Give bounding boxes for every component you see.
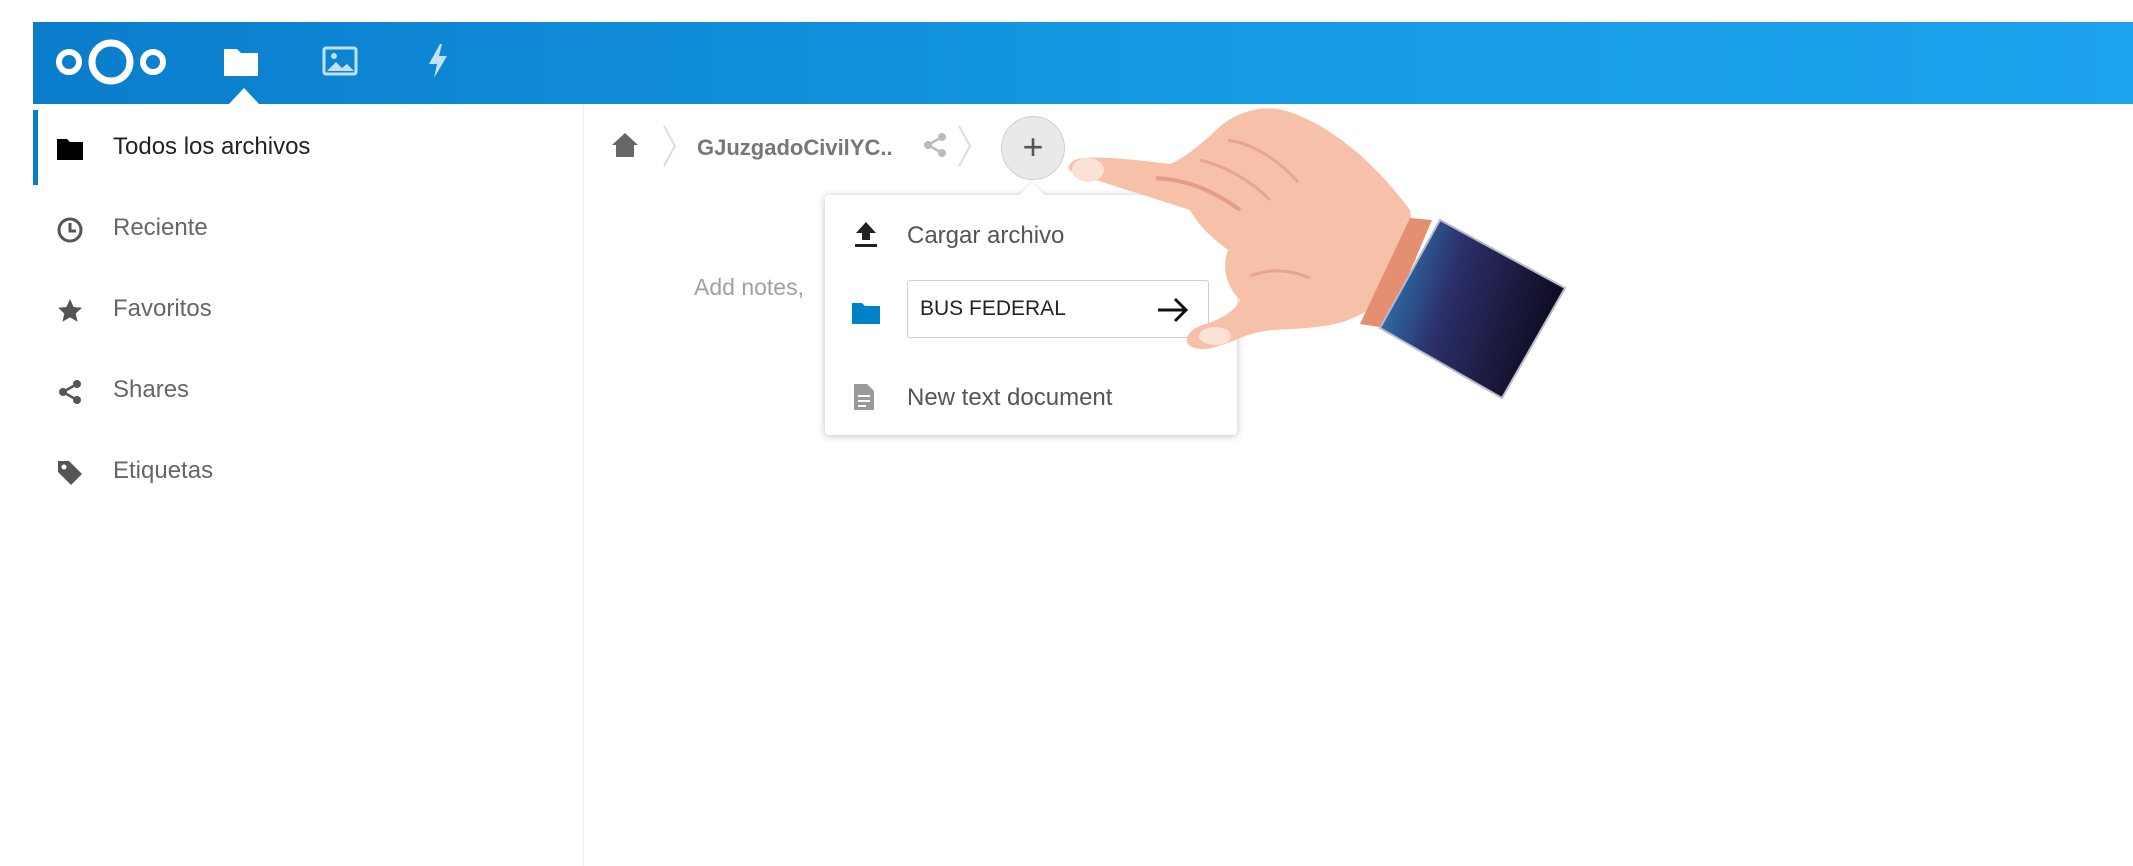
sidebar-item-all-files[interactable]: Todos los archivos (33, 112, 583, 182)
folder-icon (55, 134, 85, 164)
new-button[interactable]: + (1001, 116, 1065, 180)
sidebar-item-label: Todos los archivos (113, 133, 311, 160)
activity-app-icon[interactable] (425, 42, 451, 80)
home-icon[interactable] (610, 131, 640, 159)
files-app-icon[interactable] (223, 45, 259, 77)
share-icon[interactable] (921, 131, 949, 159)
plus-icon: + (1022, 126, 1044, 167)
notes-placeholder[interactable]: Add notes, (694, 274, 804, 301)
folder-icon (852, 303, 880, 324)
star-icon (55, 296, 85, 326)
sidebar-item-recent[interactable]: Reciente (33, 193, 583, 263)
text-document-icon (854, 384, 874, 410)
sidebar-item-label: Favoritos (113, 295, 212, 322)
breadcrumb-folder[interactable]: GJuzgadoCivilYC.. (697, 135, 893, 161)
breadcrumb-separator-icon (663, 125, 677, 167)
sidebar-item-shares[interactable]: Shares (33, 355, 583, 425)
folder-name-value: BUS FEDERAL (920, 297, 1066, 320)
sidebar-item-tags[interactable]: Etiquetas (33, 436, 583, 506)
share-icon (55, 377, 85, 407)
photos-app-icon[interactable] (322, 45, 358, 77)
tag-icon (55, 458, 85, 488)
sidebar-item-label: Reciente (113, 214, 208, 241)
upload-file-label: Cargar archivo (907, 222, 1065, 249)
nextcloud-logo[interactable] (53, 35, 169, 89)
pointing-hand-illustration (1068, 108, 1567, 400)
active-app-indicator (229, 88, 259, 104)
upload-icon (855, 222, 877, 247)
top-header (33, 22, 2133, 104)
sidebar-item-label: Etiquetas (113, 457, 214, 484)
breadcrumb-separator-icon (958, 125, 972, 167)
sidebar-item-favorites[interactable]: Favoritos (33, 274, 583, 344)
clock-icon (55, 215, 85, 245)
menu-caret (1018, 182, 1046, 196)
sidebar-item-label: Shares (113, 376, 190, 403)
